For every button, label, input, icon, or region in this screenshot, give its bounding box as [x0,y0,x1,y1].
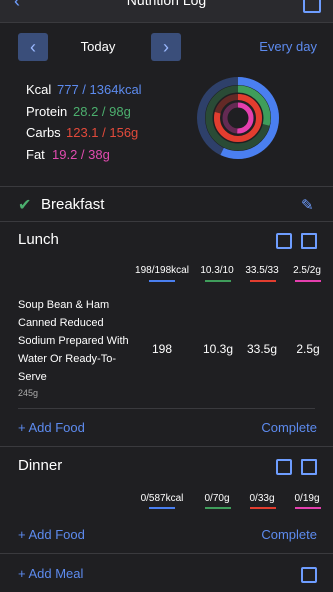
macro-value: 28.2 / 98g [73,104,131,119]
lunch-fat-total: 2.5/2g [293,265,321,276]
divider [18,408,315,409]
notes-icon[interactable] [276,233,292,249]
macro-label: Carbs [26,125,61,140]
divider [0,186,333,187]
divider [0,446,333,447]
food-name[interactable]: Soup Bean & Ham Canned Reduced Sodium Pr… [18,296,138,386]
dinner-title: Dinner [18,457,63,474]
notes-icon[interactable] [276,459,292,475]
macro-label: Kcal [26,82,52,97]
fat-bar [295,280,321,282]
checkmark-icon: ✔ [18,197,32,214]
macro-value: 123.1 / 156g [66,125,139,140]
lunch-complete-link[interactable]: Complete [261,420,317,435]
dinner-protein-total: 0/70g [204,493,230,504]
macro-rings-chart [197,77,279,159]
fat-bar [295,507,321,509]
notes-icon[interactable] [303,0,321,13]
chevron-left-icon: ‹ [30,37,36,57]
lunch-carbs-total: 33.5/33 [245,265,279,276]
dinner-carbs-total: 0/33g [249,493,275,504]
divider [0,221,333,222]
macro-value: 19.2 / 38g [52,147,110,162]
breakfast-title[interactable]: Breakfast [41,196,104,213]
top-bar: ‹ Nutrition Log [0,0,333,23]
edit-icon[interactable]: ✎ [301,196,314,214]
add-meal-link[interactable]: + Add Meal [18,566,83,581]
macro-label: Protein [26,104,68,119]
dinner-add-food-link[interactable]: + Add Food [18,527,85,542]
kcal-bar [149,280,175,282]
date-label: Today [80,39,116,54]
next-day-button[interactable]: › [151,33,181,61]
food-fat: 2.5g [296,342,320,356]
carbs-bar [250,280,276,282]
copy-icon[interactable] [301,459,317,475]
food-carbs: 33.5g [246,342,278,356]
carbs-bar [250,507,276,509]
dinner-complete-link[interactable]: Complete [261,527,317,542]
lunch-title: Lunch [18,231,59,248]
lunch-protein-total: 10.3/10 [200,265,234,276]
notes-icon[interactable] [301,567,317,583]
dinner-kcal-total: 0/587kcal [140,493,184,504]
copy-icon[interactable] [301,233,317,249]
lunch-kcal-total: 198/198kcal [135,265,189,276]
macro-value: 777 / 1364kcal [57,82,142,97]
macro-row-kcal: Kcal 777 / 1364kcal [26,82,142,97]
chevron-right-icon: › [163,37,169,57]
food-weight: 245g [18,388,39,398]
dinner-fat-total: 0/19g [294,493,320,504]
kcal-bar [149,507,175,509]
every-day-link[interactable]: Every day [259,39,317,54]
macro-label: Fat [26,147,45,162]
protein-bar [205,280,231,282]
food-protein: 10.3g [202,342,234,356]
macro-row-carbs: Carbs 123.1 / 156g [26,125,138,140]
macro-row-protein: Protein 28.2 / 98g [26,104,131,119]
macro-row-fat: Fat 19.2 / 38g [26,147,110,162]
prev-day-button[interactable]: ‹ [18,33,48,61]
protein-bar [205,507,231,509]
divider [0,553,333,554]
lunch-add-food-link[interactable]: + Add Food [18,420,85,435]
food-kcal: 198 [151,342,173,356]
page-title: Nutrition Log [126,0,207,8]
